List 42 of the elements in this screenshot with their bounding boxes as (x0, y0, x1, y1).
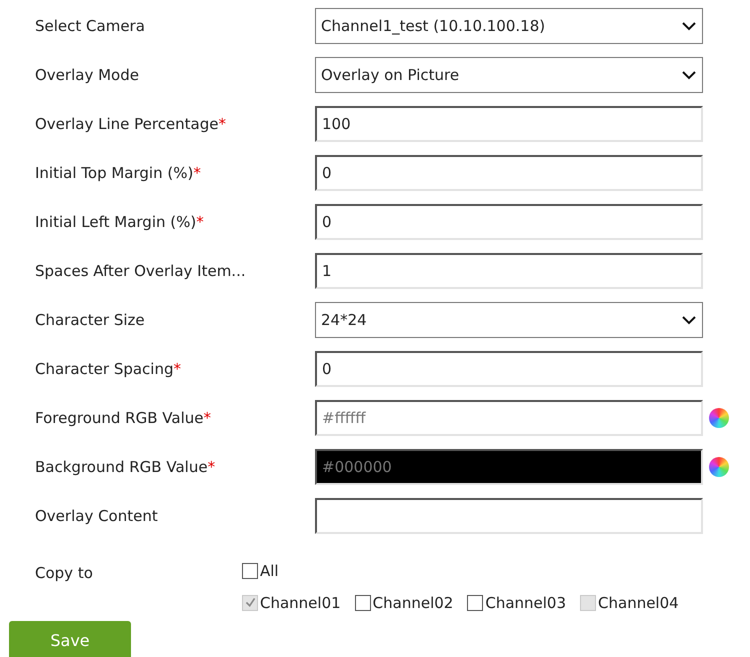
checkbox-label: Channel04 (598, 592, 679, 614)
color-field[interactable]: #ffffff (315, 400, 703, 436)
field-label: Select Camera (35, 16, 145, 37)
required-mark: * (196, 212, 204, 233)
checkbox-label: Channel02 (372, 592, 454, 614)
checkbox[interactable] (242, 563, 258, 580)
input-field[interactable]: 1 (315, 253, 703, 289)
field-label: Initial Top Margin (%) (35, 162, 194, 184)
checkbox[interactable] (467, 594, 484, 611)
dropdown[interactable]: 24*24 (315, 302, 703, 338)
required-mark: * (218, 114, 226, 135)
chevron-down-icon (682, 315, 696, 325)
color-wheel-icon[interactable] (709, 408, 729, 428)
field-label: Spaces After Overlay Item... (35, 260, 246, 282)
required-mark: * (203, 408, 211, 429)
checkbox[interactable] (354, 594, 371, 611)
dropdown[interactable]: Channel1_test (10.10.100.18) (315, 8, 703, 44)
required-mark: * (193, 162, 201, 184)
dropdown[interactable]: Overlay on Picture (315, 57, 703, 93)
field-label: Overlay Content (35, 506, 158, 527)
field-label: Foreground RGB Value (35, 408, 204, 429)
chevron-down-icon (682, 70, 696, 80)
chevron-down-icon (682, 21, 696, 31)
checkbox-label: All (260, 561, 279, 582)
field-label: Character Spacing (35, 358, 174, 380)
color-wheel-icon[interactable] (709, 457, 729, 477)
field-label: Initial Left Margin (%) (35, 212, 196, 233)
input-field[interactable]: 0 (315, 204, 703, 240)
checkbox-label: Channel01 (260, 592, 341, 614)
input-field[interactable]: 0 (315, 155, 703, 191)
required-mark: * (208, 456, 216, 478)
required-mark: * (174, 358, 182, 380)
input-field[interactable]: 100 (315, 106, 703, 142)
input-field[interactable]: 0 (315, 351, 703, 387)
field-label: Character Size (35, 310, 145, 331)
field-label: Overlay Line Percentage (35, 114, 218, 135)
color-field[interactable]: #000000 (315, 449, 703, 485)
checkbox-label: Channel03 (485, 592, 566, 614)
field-label: Background RGB Value (35, 456, 208, 478)
input-field[interactable] (315, 498, 703, 534)
field-label: Overlay Mode (35, 64, 139, 86)
copy-to-label: Copy to (34, 563, 94, 584)
